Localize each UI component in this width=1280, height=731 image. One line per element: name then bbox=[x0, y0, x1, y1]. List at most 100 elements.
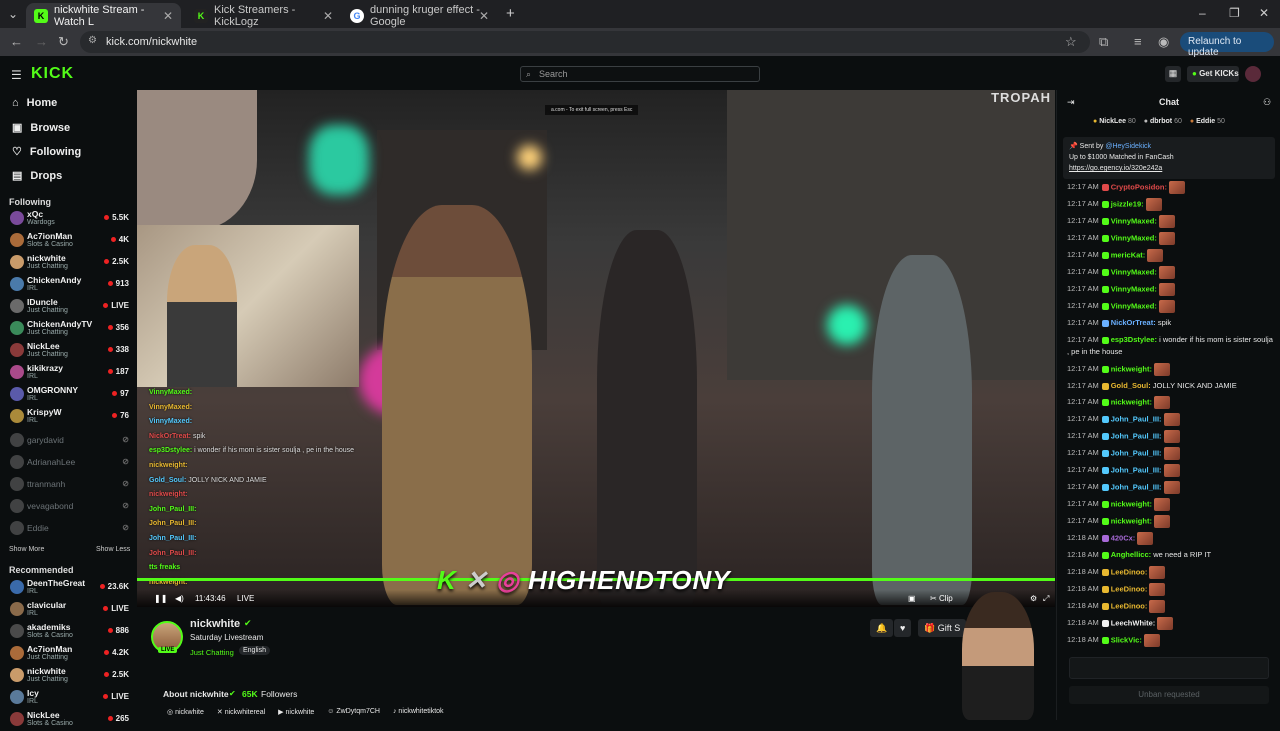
minimize-icon[interactable]: – bbox=[1199, 6, 1206, 20]
message-user[interactable]: nickweight: bbox=[1111, 364, 1152, 373]
close-icon[interactable]: ✕ bbox=[323, 9, 333, 23]
recommended-item[interactable]: clavicular IRL LIVE bbox=[8, 599, 132, 621]
restore-icon[interactable]: ❐ bbox=[1229, 6, 1240, 20]
show-less-link[interactable]: Show Less bbox=[96, 546, 130, 553]
user-avatar[interactable] bbox=[1245, 66, 1261, 82]
pinned-message[interactable]: 📌 Sent by @HeySidekick Up to $1000 Match… bbox=[1063, 137, 1275, 179]
new-tab-icon[interactable]: + bbox=[506, 5, 515, 22]
chat-input[interactable] bbox=[1069, 657, 1269, 679]
get-kicks-button[interactable]: ● Get KICKs bbox=[1187, 66, 1239, 82]
message-user[interactable]: VinnyMaxed: bbox=[1111, 216, 1157, 225]
video-player[interactable]: TROPAH a.com - To exit full screen, pres… bbox=[137, 90, 1055, 607]
message-user[interactable]: NickOrTreat: bbox=[1111, 318, 1156, 327]
message-user[interactable]: John_Paul_III: bbox=[1111, 431, 1162, 440]
following-item[interactable]: NickLee Just Chatting 338 bbox=[8, 340, 132, 362]
notification-bell-icon[interactable]: 🔔 bbox=[870, 619, 894, 637]
message-user[interactable]: esp3Dstylee: bbox=[1111, 335, 1157, 344]
recommended-item[interactable]: NickLee Slots & Casino 265 bbox=[8, 709, 132, 731]
nav-browse[interactable]: ▣ Browse bbox=[12, 121, 70, 135]
window-close-icon[interactable]: ✕ bbox=[1259, 6, 1269, 20]
forward-icon[interactable]: → bbox=[35, 34, 48, 49]
nav-drops[interactable]: ▤ Drops bbox=[12, 169, 62, 183]
offline-item[interactable]: Eddie ⊘ bbox=[8, 518, 132, 540]
message-user[interactable]: VinnyMaxed: bbox=[1111, 267, 1157, 276]
message-user[interactable]: John_Paul_III: bbox=[1111, 465, 1162, 474]
offline-item[interactable]: ttranmanh ⊘ bbox=[8, 474, 132, 496]
close-icon[interactable]: ✕ bbox=[163, 9, 173, 23]
following-item[interactable]: OMGRONNY IRL 97 bbox=[8, 384, 132, 406]
recommended-item[interactable]: Icy IRL LIVE bbox=[8, 687, 132, 709]
language-tag[interactable]: English bbox=[239, 646, 270, 655]
chat-users-icon[interactable]: ⚇ bbox=[1263, 97, 1271, 108]
message-user[interactable]: LeeDinoo: bbox=[1111, 567, 1148, 576]
message-user[interactable]: VinnyMaxed: bbox=[1111, 284, 1157, 293]
relaunch-button[interactable]: Relaunch to update bbox=[1180, 32, 1274, 58]
following-item[interactable]: ChickenAndy IRL 913 bbox=[8, 274, 132, 296]
offline-item[interactable]: garydavid ⊘ bbox=[8, 430, 132, 452]
profile-icon[interactable]: ◉ bbox=[1158, 34, 1169, 50]
discord-link[interactable]: ☺ ZwDytqm7CH bbox=[327, 708, 380, 716]
following-item[interactable]: nickwhite Just Chatting 2.5K bbox=[8, 252, 132, 274]
tab-kick[interactable]: K nickwhite Stream - Watch L ✕ bbox=[26, 3, 181, 28]
message-user[interactable]: jsizzle19: bbox=[1111, 199, 1144, 208]
tab-google[interactable]: G dunning kruger effect - Google ✕ bbox=[342, 3, 497, 28]
live-indicator[interactable]: LIVE bbox=[237, 594, 254, 603]
following-item[interactable]: xQc Wardogs 5.5K bbox=[8, 208, 132, 230]
tiktok-link[interactable]: ♪ nickwhitetiktok bbox=[393, 708, 444, 716]
recommended-item[interactable]: Ac7ionMan Just Chatting 4.2K bbox=[8, 643, 132, 665]
offline-item[interactable]: AdrianahLee ⊘ bbox=[8, 452, 132, 474]
close-icon[interactable]: ✕ bbox=[479, 9, 489, 23]
message-user[interactable]: 420Cx: bbox=[1111, 533, 1136, 542]
channel-name[interactable]: nickwhite bbox=[190, 618, 240, 630]
instagram-link[interactable]: ◎ nickwhite bbox=[167, 708, 204, 716]
category-link[interactable]: Just Chatting bbox=[190, 648, 234, 657]
following-item[interactable]: kikikrazy IRL 187 bbox=[8, 362, 132, 384]
message-user[interactable]: nickweight: bbox=[1111, 499, 1152, 508]
extensions-icon[interactable]: ⧉ bbox=[1099, 34, 1108, 50]
nav-home[interactable]: ⌂ Home bbox=[12, 97, 57, 109]
following-item[interactable]: IDuncle Just Chatting LIVE bbox=[8, 296, 132, 318]
show-more-link[interactable]: Show More bbox=[9, 546, 44, 553]
url-field[interactable]: ⚙ kick.com/nickwhite bbox=[80, 31, 1090, 53]
message-user[interactable]: LeeDinoo: bbox=[1111, 601, 1148, 610]
x-link[interactable]: ✕ nickwhitereal bbox=[217, 708, 265, 716]
recommended-item[interactable]: nickwhite Just Chatting 2.5K bbox=[8, 665, 132, 687]
message-user[interactable]: mericKat: bbox=[1111, 250, 1146, 259]
pinned-link[interactable]: https://go.egency.io/320e242a bbox=[1069, 163, 1269, 174]
gifter[interactable]: ● Eddie 50 bbox=[1190, 118, 1225, 125]
media-icon[interactable]: ≡ bbox=[1134, 34, 1142, 49]
message-user[interactable]: VinnyMaxed: bbox=[1111, 233, 1157, 242]
pause-icon[interactable]: ❚❚ bbox=[154, 594, 167, 603]
theater-mode-icon[interactable]: ▦ bbox=[1165, 66, 1181, 82]
message-user[interactable]: VinnyMaxed: bbox=[1111, 301, 1157, 310]
message-user[interactable]: LeeDinoo: bbox=[1111, 584, 1148, 593]
kick-logo[interactable]: KICK bbox=[31, 65, 74, 83]
following-item[interactable]: KrispyW IRL 76 bbox=[8, 406, 132, 428]
gifter[interactable]: ● NickLee 80 bbox=[1093, 118, 1136, 125]
site-info-icon[interactable]: ⚙ bbox=[88, 35, 97, 46]
nav-following[interactable]: ♡ Following bbox=[12, 145, 81, 159]
following-item[interactable]: Ac7ionMan Slots & Casino 4K bbox=[8, 230, 132, 252]
follow-heart-icon[interactable]: ♥ bbox=[894, 619, 912, 637]
collapse-chat-icon[interactable]: ⇥ bbox=[1067, 97, 1075, 108]
message-user[interactable]: Gold_Soul: bbox=[1111, 381, 1151, 390]
message-user[interactable]: nickweight: bbox=[1111, 397, 1152, 406]
tab-search-icon[interactable]: ⌄ bbox=[8, 7, 18, 21]
recommended-item[interactable]: DeenTheGreat IRL 23.6K bbox=[8, 577, 132, 599]
reload-icon[interactable]: ↻ bbox=[58, 34, 69, 50]
message-user[interactable]: nickweight: bbox=[1111, 516, 1152, 525]
message-user[interactable]: CryptoPosidon: bbox=[1111, 182, 1167, 191]
message-user[interactable]: John_Paul_III: bbox=[1111, 448, 1162, 457]
volume-icon[interactable]: ◀) bbox=[175, 594, 184, 603]
message-user[interactable]: SlickVic: bbox=[1111, 635, 1142, 644]
back-icon[interactable]: ← bbox=[10, 34, 23, 49]
search-input[interactable]: ⌕ Search bbox=[520, 66, 760, 82]
message-user[interactable]: Anghellicc: bbox=[1111, 550, 1151, 559]
following-item[interactable]: ChickenAndyTV Just Chatting 356 bbox=[8, 318, 132, 340]
message-user[interactable]: LeechWhite: bbox=[1111, 618, 1156, 627]
youtube-link[interactable]: ▶ nickwhite bbox=[278, 708, 314, 716]
recommended-item[interactable]: akademiks Slots & Casino 886 bbox=[8, 621, 132, 643]
gifter[interactable]: ● dbrbot 60 bbox=[1144, 118, 1182, 125]
tab-kicklogz[interactable]: K Kick Streamers - KickLogz ✕ bbox=[186, 3, 341, 28]
offline-item[interactable]: vevagabond ⊘ bbox=[8, 496, 132, 518]
